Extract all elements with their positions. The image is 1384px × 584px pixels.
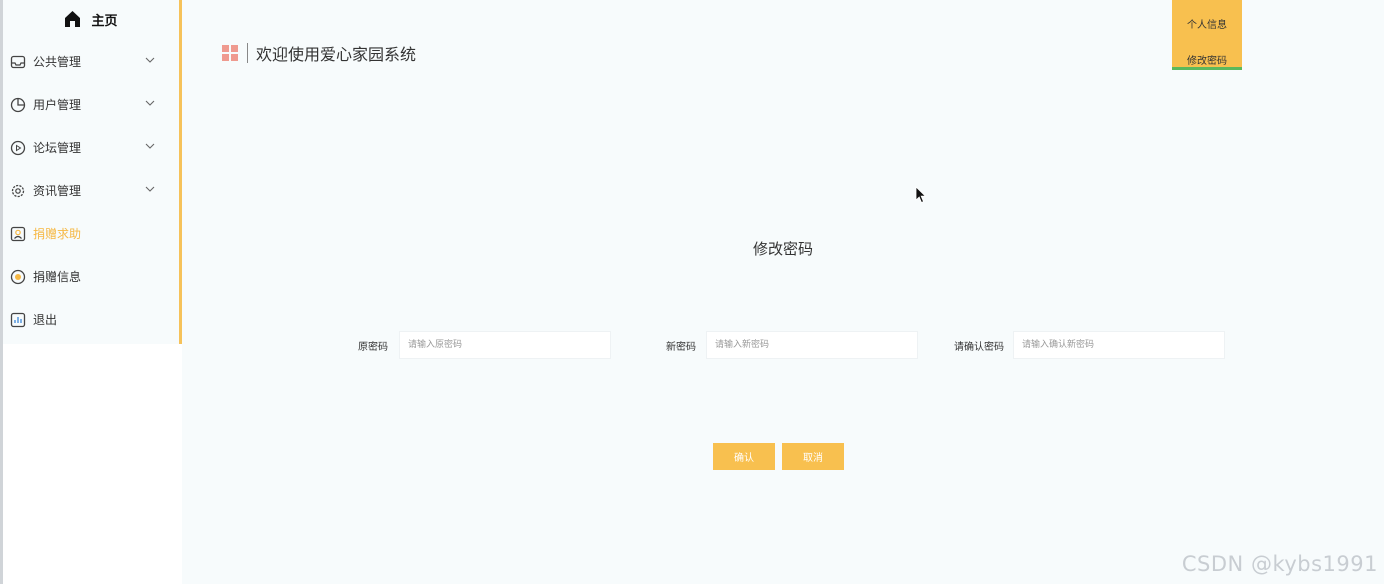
- sidebar-item-donation-request[interactable]: 捐赠求助: [3, 212, 179, 255]
- sidebar-item-label: 用户管理: [33, 98, 82, 112]
- inbox-icon: [10, 55, 26, 68]
- header-divider: [247, 43, 248, 63]
- watermark: CSDN @kybs1991: [1181, 552, 1378, 576]
- new-password-label: 新密码: [666, 342, 696, 353]
- chevron-down-icon: [145, 100, 155, 106]
- sidebar-item-label: 公共管理: [33, 55, 82, 69]
- page-title: 修改密码: [752, 240, 813, 258]
- gear-icon: [11, 184, 25, 197]
- sidebar-item-donation-info[interactable]: 捐赠信息: [3, 255, 179, 298]
- pie-chart-icon: [10, 97, 26, 112]
- sidebar-item-logout[interactable]: 退出: [3, 298, 179, 341]
- menu-item-change-password[interactable]: 修改密码: [1172, 52, 1242, 67]
- welcome-title: 欢迎使用爱心家园系统: [256, 45, 417, 64]
- chevron-down-icon: [145, 186, 155, 192]
- sidebar: 主页 公共管理 用户管理 论坛管理 资讯管理 捐赠求助 捐赠信息 退出: [3, 0, 182, 344]
- confirm-button[interactable]: 确认: [713, 443, 775, 470]
- chevron-down-icon: [145, 143, 155, 149]
- menu-item-profile[interactable]: 个人信息: [1172, 16, 1242, 31]
- play-circle-icon: [10, 140, 26, 155]
- confirm-password-label: 请确认密码: [954, 342, 1004, 353]
- old-password-input[interactable]: [399, 331, 611, 359]
- sidebar-item-news-management[interactable]: 资讯管理: [3, 169, 179, 212]
- confirm-password-input[interactable]: [1013, 331, 1225, 359]
- mouse-cursor-icon: [915, 186, 927, 204]
- record-icon: [10, 269, 26, 284]
- sidebar-item-label: 论坛管理: [33, 141, 82, 155]
- user-dropdown-menu: 个人信息 修改密码: [1172, 0, 1242, 70]
- welcome-header: 欢迎使用爱心家园系统: [222, 42, 416, 64]
- bar-chart-icon: [10, 312, 26, 327]
- sidebar-item-public-management[interactable]: 公共管理: [3, 40, 179, 83]
- home-icon: [65, 11, 81, 27]
- sidebar-item-label: 捐赠信息: [33, 270, 82, 284]
- grid-logo-icon: [222, 45, 238, 61]
- sidebar-item-label: 捐赠求助: [33, 227, 82, 241]
- main-content: 欢迎使用爱心家园系统 个人信息 修改密码 修改密码 原密码 新密码 请确认密码 …: [182, 0, 1384, 584]
- user-card-icon: [10, 226, 26, 241]
- sidebar-home[interactable]: 主页: [3, 0, 179, 38]
- home-label: 主页: [91, 13, 118, 29]
- sidebar-item-user-management[interactable]: 用户管理: [3, 83, 179, 126]
- sidebar-item-label: 退出: [33, 313, 58, 327]
- old-password-label: 原密码: [358, 342, 388, 353]
- sidebar-item-label: 资讯管理: [33, 184, 82, 198]
- sidebar-item-forum-management[interactable]: 论坛管理: [3, 126, 179, 169]
- chevron-down-icon: [145, 57, 155, 63]
- cancel-button[interactable]: 取消: [782, 443, 844, 470]
- new-password-input[interactable]: [706, 331, 918, 359]
